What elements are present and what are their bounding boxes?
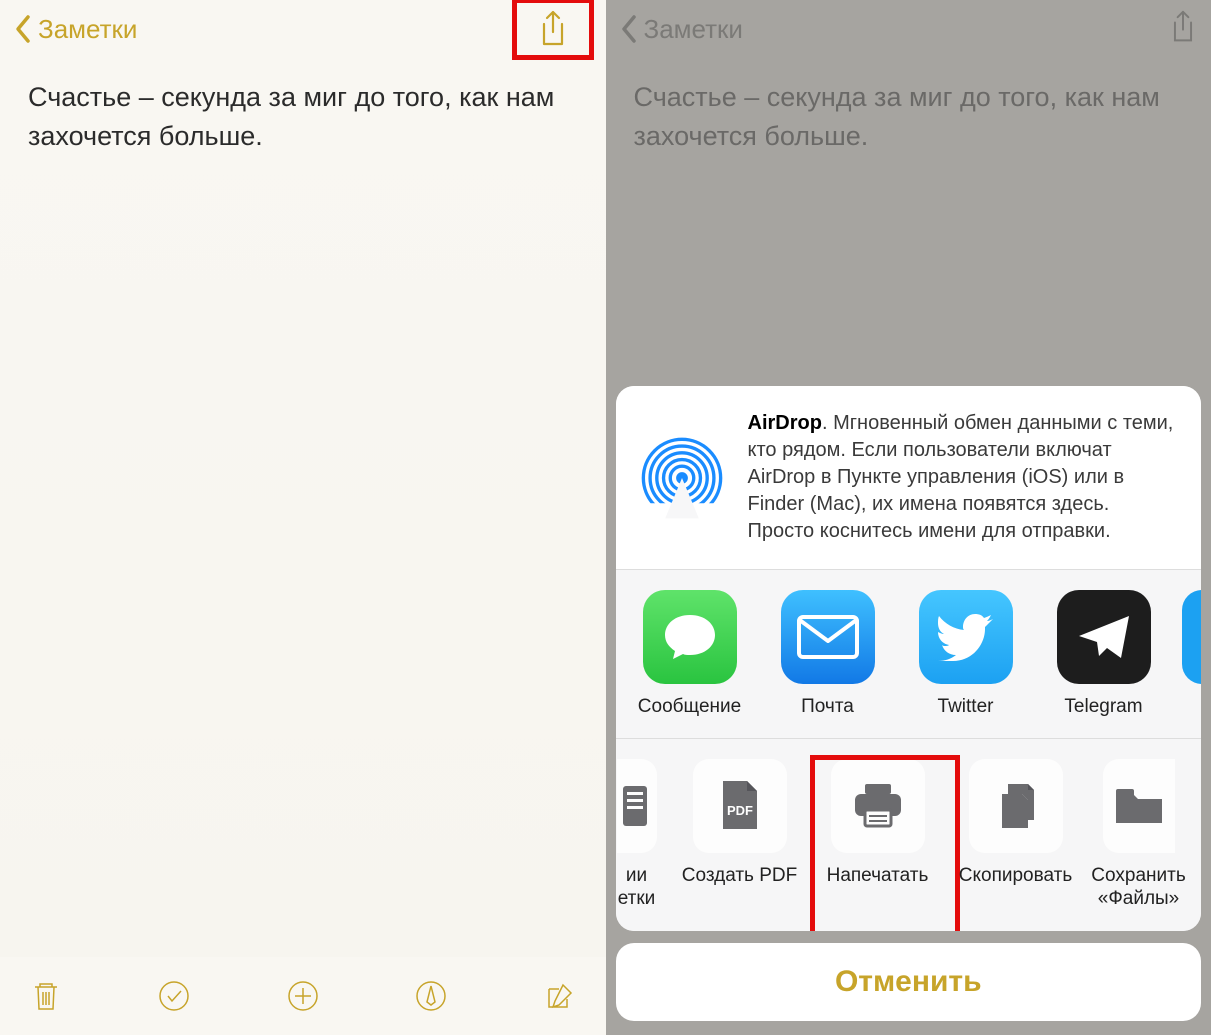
mail-icon <box>781 590 875 684</box>
action-label: Напечатать <box>827 865 929 887</box>
app-label: Сообщение <box>638 696 741 718</box>
action-label: Сохранить«Файлы» <box>1091 865 1185 911</box>
airdrop-text: AirDrop. Мгновенный обмен данными с теми… <box>748 410 1182 545</box>
share-app-more[interactable] <box>1182 590 1202 684</box>
plus-circle-icon <box>286 979 320 1013</box>
airdrop-title: AirDrop <box>748 412 822 434</box>
share-apps-row[interactable]: Сообщение Почта Twitter <box>616 570 1202 739</box>
action-create-pdf[interactable]: PDF Создать PDF <box>680 759 800 887</box>
action-label: Создать PDF <box>682 865 797 887</box>
checklist-button[interactable] <box>156 978 192 1014</box>
share-actions-row[interactable]: ииетки PDF Создать PDF Напечатать <box>616 739 1202 931</box>
chevron-left-icon <box>14 14 32 44</box>
cancel-button[interactable]: Отменить <box>616 943 1202 1021</box>
share-icon <box>1169 10 1197 44</box>
back-button[interactable]: Заметки <box>14 14 137 45</box>
action-save-files[interactable]: Сохранить«Файлы» <box>1094 759 1184 911</box>
trash-icon <box>29 979 63 1013</box>
compose-icon <box>543 979 577 1013</box>
note-content[interactable]: Счастье – секунда за миг до того, как на… <box>0 58 606 957</box>
messages-icon <box>643 590 737 684</box>
share-sheet-screen: Заметки Счастье – секунда за миг до того… <box>606 0 1211 1035</box>
nav-bar-dimmed: Заметки <box>606 0 1211 58</box>
share-app-messages[interactable]: Сообщение <box>630 590 750 718</box>
action-print[interactable]: Напечатать <box>818 759 938 887</box>
notes-app-screen: Заметки Счастье – секунда за миг до того… <box>0 0 606 1035</box>
action-copy[interactable]: Скопировать <box>956 759 1076 887</box>
back-label: Заметки <box>38 14 137 45</box>
printer-icon <box>831 759 925 853</box>
copy-icon <box>969 759 1063 853</box>
action-partial-left[interactable]: ииетки <box>616 759 662 911</box>
app-label: Почта <box>801 696 854 718</box>
twitter-icon <box>919 590 1013 684</box>
back-button-dimmed: Заметки <box>620 14 743 45</box>
telegram-icon <box>1057 590 1151 684</box>
action-label: Скопировать <box>959 865 1072 887</box>
pen-circle-icon <box>414 979 448 1013</box>
app-label: Telegram <box>1064 696 1142 718</box>
folder-icon <box>1103 759 1175 853</box>
draw-button[interactable] <box>413 978 449 1014</box>
nav-bar: Заметки <box>0 0 606 58</box>
share-panel: AirDrop. Мгновенный обмен данными с теми… <box>616 386 1202 931</box>
add-button[interactable] <box>285 978 321 1014</box>
delete-button[interactable] <box>28 978 64 1014</box>
back-label-dimmed: Заметки <box>644 14 743 45</box>
action-label: ииетки <box>618 865 656 911</box>
note-content-dimmed: Счастье – секунда за миг до того, как на… <box>606 58 1211 176</box>
partial-icon <box>617 759 657 853</box>
share-sheet: AirDrop. Мгновенный обмен данными с теми… <box>616 386 1202 1021</box>
check-circle-icon <box>157 979 191 1013</box>
share-app-twitter[interactable]: Twitter <box>906 590 1026 718</box>
pdf-icon: PDF <box>693 759 787 853</box>
share-button[interactable] <box>514 0 592 58</box>
bottom-toolbar <box>0 957 606 1035</box>
airdrop-section[interactable]: AirDrop. Мгновенный обмен данными с теми… <box>616 386 1202 570</box>
svg-text:PDF: PDF <box>727 803 753 818</box>
cancel-label: Отменить <box>835 965 982 999</box>
share-button-dimmed <box>1169 10 1197 49</box>
chevron-left-icon <box>620 14 638 44</box>
more-app-icon <box>1182 590 1202 684</box>
share-icon <box>538 10 568 48</box>
share-app-telegram[interactable]: Telegram <box>1044 590 1164 718</box>
share-app-mail[interactable]: Почта <box>768 590 888 718</box>
app-label: Twitter <box>938 696 994 718</box>
compose-button[interactable] <box>542 978 578 1014</box>
airdrop-icon <box>640 436 724 520</box>
